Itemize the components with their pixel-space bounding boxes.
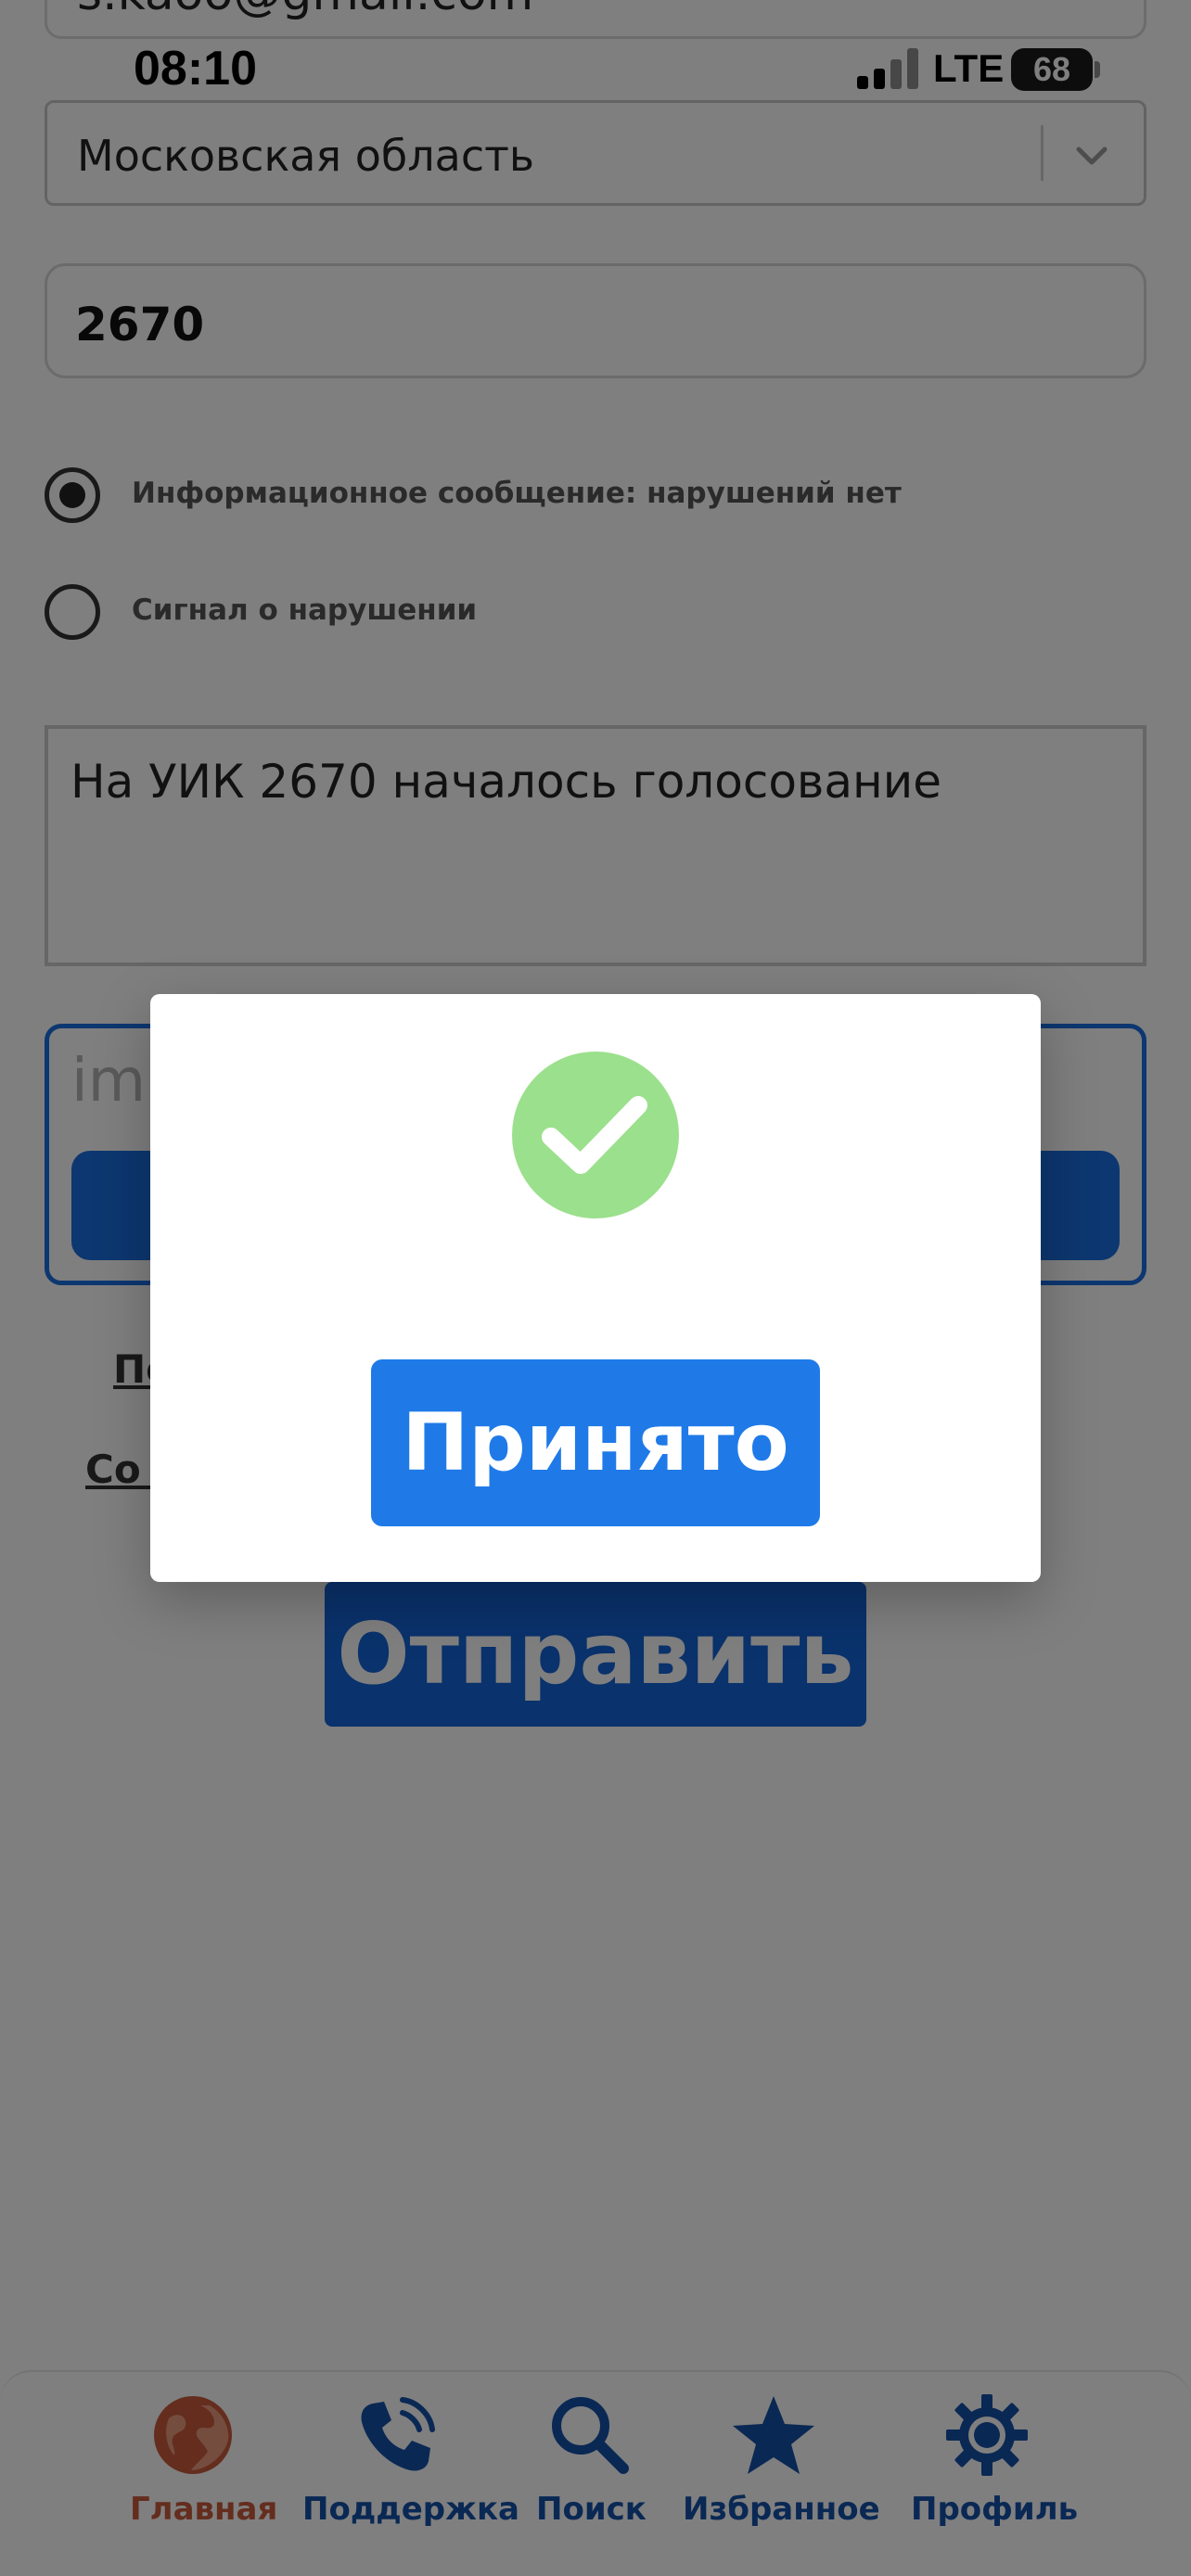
app-screen: s.kaoo@gmail.com 08:10 LTE 68 Московская… (0, 0, 1191, 2576)
success-dialog: Принято (150, 994, 1041, 1582)
accept-button[interactable]: Принято (371, 1359, 820, 1526)
checkmark-icon (512, 1052, 679, 1218)
